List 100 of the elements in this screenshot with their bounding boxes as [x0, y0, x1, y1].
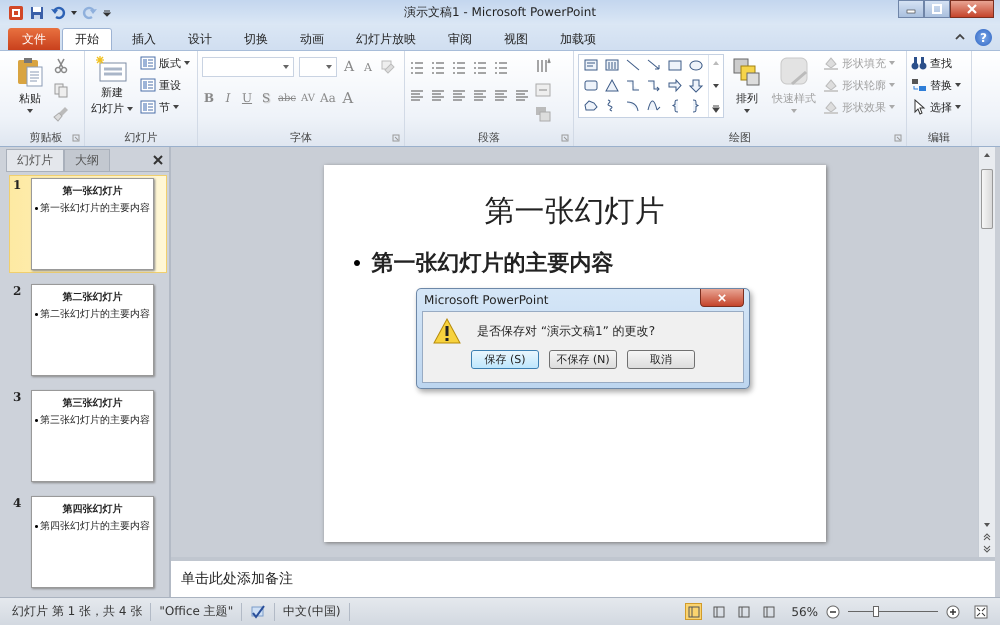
panel-tab[interactable]: 大纲	[64, 149, 110, 171]
notes-field[interactable]: 单击此处添加备注	[171, 557, 995, 597]
layout-icon	[140, 77, 156, 93]
undo-icon[interactable]	[50, 4, 66, 20]
ribbon-tab[interactable]: 插入	[120, 28, 168, 50]
thumbnail-text: 第一张幻灯片的主要内容	[40, 202, 150, 215]
group-label: 幻灯片	[124, 130, 158, 145]
scroll-down-icon[interactable]	[983, 521, 991, 529]
next-slide-icon[interactable]	[983, 545, 991, 553]
collapse-ribbon-icon[interactable]	[955, 32, 965, 42]
dialog-message: 是否保存对 “演示文稿1” 的更改?	[477, 322, 656, 340]
fit-to-window-icon[interactable]	[974, 604, 988, 618]
maximize-button[interactable]	[924, 0, 950, 18]
new-slide-button[interactable]: 新建 幻灯片	[89, 54, 135, 118]
caret-icon	[184, 61, 190, 65]
layout-button[interactable]: 版式	[140, 54, 190, 72]
slide-thumbnail[interactable]: 第四张幻灯片 第四张幻灯片的主要内容	[31, 496, 154, 588]
scrollbar-thumb[interactable]	[981, 169, 993, 229]
binoculars-icon	[911, 55, 927, 71]
zoom-slider-thumb[interactable]	[872, 606, 879, 616]
close-icon	[718, 294, 726, 302]
ribbon-tab[interactable]: 设计	[176, 28, 224, 50]
view-icon	[762, 606, 775, 618]
normal-view-button[interactable]	[685, 603, 702, 620]
scrollbar[interactable]	[978, 147, 995, 557]
caret-icon	[326, 65, 332, 69]
slide-thumbnail[interactable]: 第三张幻灯片 第三张幻灯片的主要内容	[31, 390, 154, 482]
elbow-arrow-icon[interactable]	[646, 78, 662, 94]
slide-thumbnail-item[interactable]: 1 第一张幻灯片 第一张幻灯片的主要内容	[9, 175, 167, 273]
paste-button[interactable]: 粘贴	[12, 54, 48, 115]
slide-number: 4	[13, 496, 22, 510]
customize-toolbar-icon[interactable]	[103, 8, 111, 16]
previous-slide-icon[interactable]	[983, 533, 991, 541]
zoom-in-icon[interactable]	[946, 604, 960, 618]
ribbon-tab[interactable]: 动画	[288, 28, 336, 50]
close-icon[interactable]	[153, 155, 163, 165]
ribbon-tab[interactable]: 视图	[492, 28, 540, 50]
window-title: 演示文稿1 - Microsoft PowerPoint	[404, 4, 596, 21]
close-button[interactable]	[700, 289, 744, 307]
minimize-button[interactable]	[898, 0, 924, 18]
reset-button[interactable]: 重设	[140, 76, 190, 94]
ribbon-tab[interactable]: 切换	[232, 28, 280, 50]
align-text-icon[interactable]	[535, 82, 551, 98]
dialog-button[interactable]: 取消	[627, 350, 695, 369]
group-label: 段落	[478, 130, 500, 145]
new-slide-icon	[96, 56, 128, 84]
slide-thumbnail[interactable]: 第二张幻灯片 第二张幻灯片的主要内容	[31, 284, 154, 376]
language[interactable]: 中文(中国)	[283, 603, 341, 620]
app-icon[interactable]	[8, 4, 24, 20]
slide-thumbnail[interactable]: 第一张幻灯片 第一张幻灯片的主要内容	[31, 178, 154, 270]
save-icon[interactable]	[29, 4, 45, 20]
arrange-button[interactable]: 排列	[729, 54, 765, 115]
file-tab[interactable]: 文件	[8, 28, 60, 50]
right-arrow-icon[interactable]	[667, 78, 683, 94]
dialog-button[interactable]: 保存 (S)	[471, 350, 539, 369]
section-button[interactable]: 节	[140, 98, 190, 116]
font-size-field[interactable]	[299, 57, 337, 77]
scroll-up-icon[interactable]	[983, 151, 991, 159]
ribbon-tab[interactable]: 加载项	[548, 28, 608, 50]
view-icon	[712, 606, 725, 618]
zoom-level[interactable]: 56%	[791, 604, 818, 618]
ribbon-tab[interactable]: 开始	[62, 28, 112, 50]
caret-icon	[889, 83, 895, 87]
bullet-icon	[354, 260, 360, 266]
layout-icon	[140, 55, 156, 71]
caret-icon	[127, 106, 133, 110]
cut-icon[interactable]	[53, 58, 69, 74]
bullets-icon[interactable]	[409, 60, 425, 76]
slide-thumbnail-item[interactable]: 2 第二张幻灯片 第二张幻灯片的主要内容	[9, 281, 167, 379]
copy-icon[interactable]	[53, 82, 69, 98]
spell-check-icon[interactable]	[250, 604, 266, 620]
down-arrow-icon[interactable]	[688, 78, 704, 94]
zoom-slider[interactable]	[848, 604, 938, 618]
close-icon	[967, 4, 977, 14]
zoom-out-icon[interactable]	[826, 604, 840, 618]
panel-tab[interactable]: 幻灯片	[6, 149, 64, 171]
more-icon[interactable]	[712, 105, 720, 113]
font-name-field[interactable]	[202, 57, 294, 77]
close-button[interactable]	[950, 0, 994, 18]
replace-button[interactable]: 替换	[911, 76, 961, 94]
slide-thumbnail-item[interactable]: 3 第三张幻灯片 第三张幻灯片的主要内容	[9, 387, 167, 485]
caret-icon[interactable]	[71, 10, 77, 14]
find-button[interactable]: 查找	[911, 54, 961, 72]
slide-thumbnail-item[interactable]: 4 第四张幻灯片 第四张幻灯片的主要内容	[9, 493, 167, 591]
view-icon	[688, 606, 700, 618]
slide-number: 3	[13, 390, 22, 404]
triangle-icon[interactable]	[604, 78, 620, 94]
select-button[interactable]: 选择	[911, 98, 961, 116]
caret-icon	[744, 109, 750, 113]
ribbon-tab[interactable]: 审阅	[436, 28, 484, 50]
dialog-button[interactable]: 不保存 (N)	[549, 350, 617, 369]
align-left-icon[interactable]	[409, 88, 425, 104]
ribbon-tab[interactable]: 幻灯片放映	[344, 28, 428, 50]
scroll-down-icon[interactable]	[712, 82, 720, 90]
thumbnail-title: 第二张幻灯片	[62, 290, 124, 304]
text-direction-icon[interactable]	[535, 58, 551, 74]
slide-title: 第一张幻灯片	[484, 193, 664, 231]
caret-icon	[955, 83, 961, 87]
dialog-title: Microsoft PowerPoint	[424, 293, 548, 307]
replace-icon	[911, 77, 927, 93]
